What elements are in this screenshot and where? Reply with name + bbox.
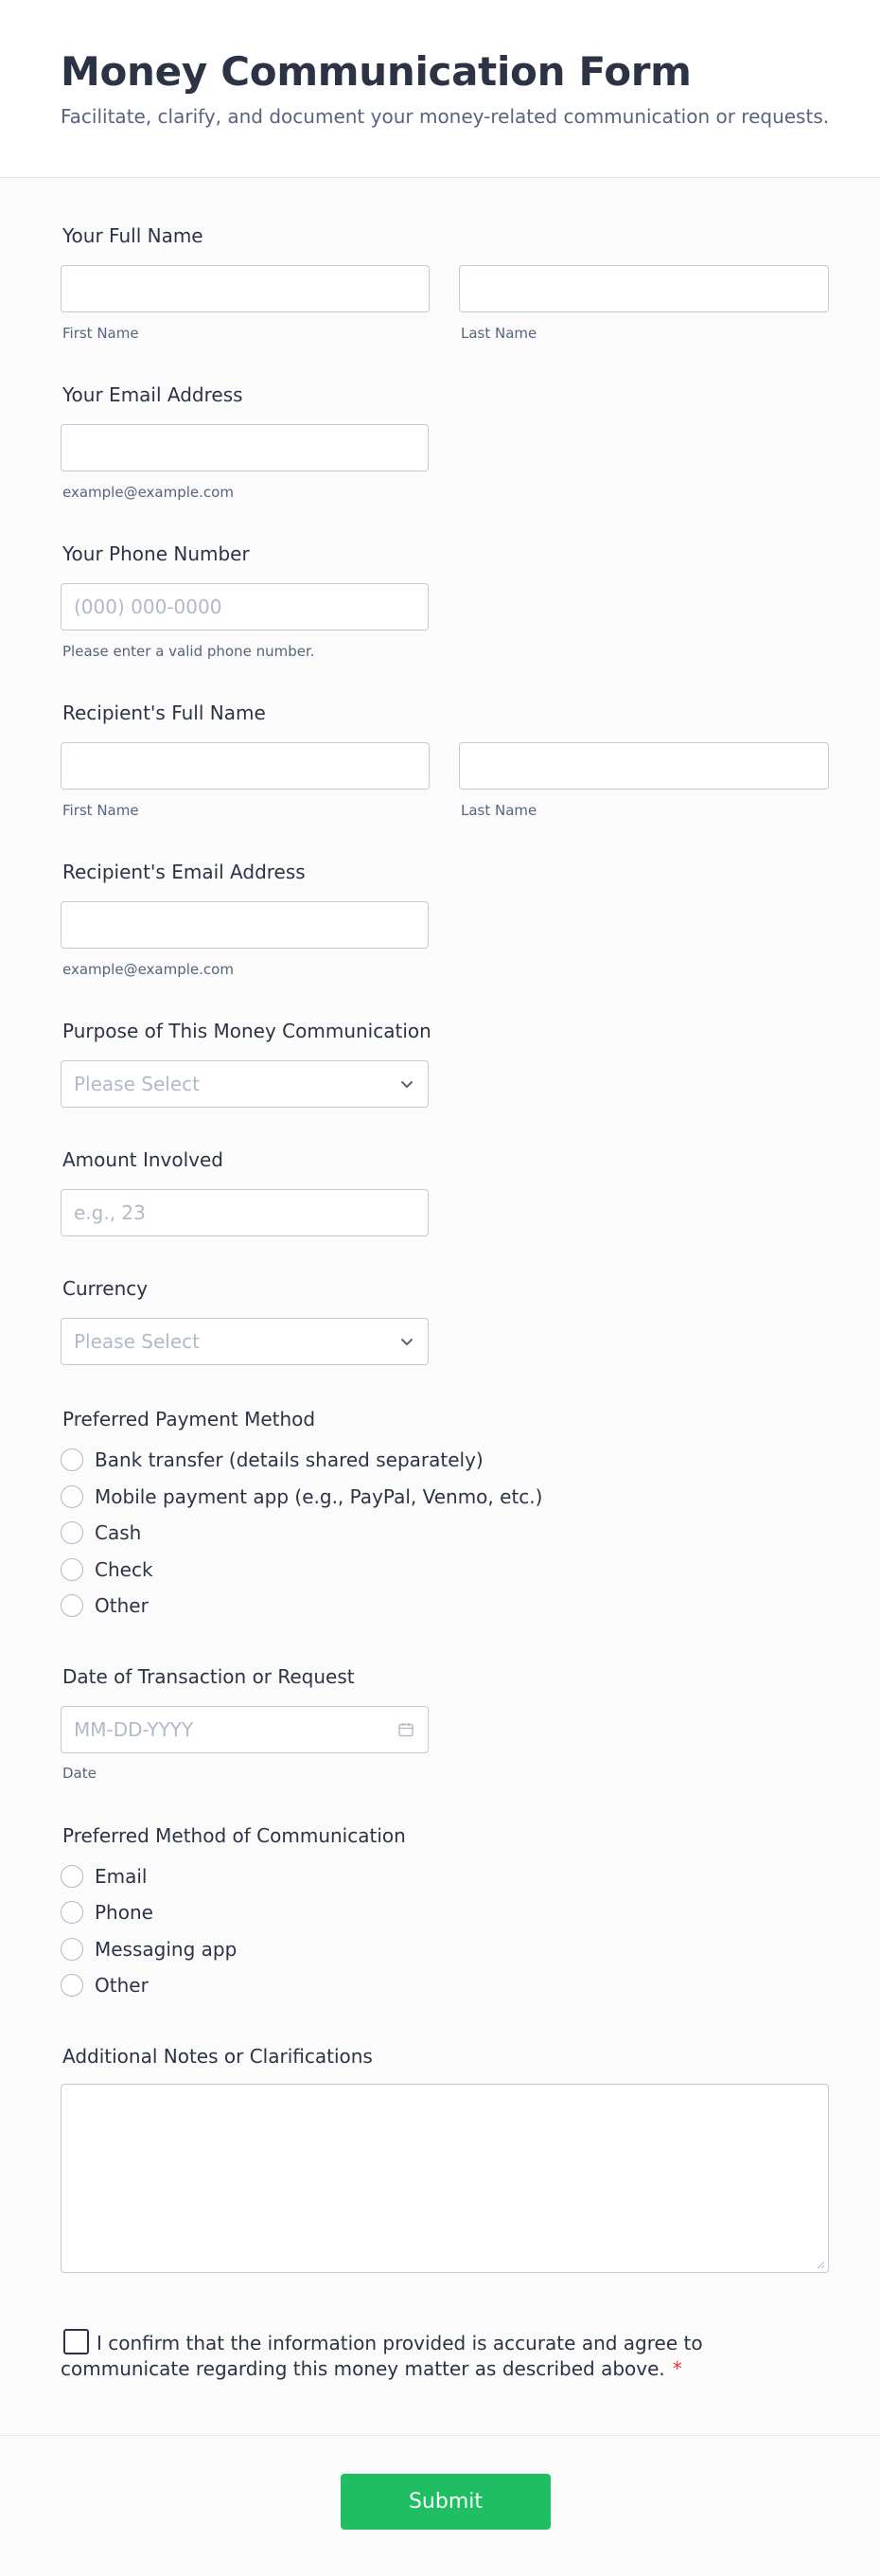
notes-textarea[interactable] — [61, 2084, 829, 2273]
radio-button[interactable] — [61, 1485, 83, 1508]
phone-label: Your Phone Number — [62, 542, 250, 565]
communication-option-other[interactable]: Other — [61, 1971, 149, 1999]
radio-label: Check — [95, 1558, 153, 1581]
amount-input[interactable]: e.g., 23 — [61, 1189, 429, 1236]
email-hint: example@example.com — [62, 484, 234, 501]
phone-input[interactable]: (000) 000-0000 — [61, 583, 429, 631]
purpose-label: Purpose of This Money Communication — [62, 1020, 431, 1042]
last-name-input[interactable] — [459, 265, 829, 312]
date-label: Date of Transaction or Request — [62, 1665, 355, 1688]
recipient-last-name-input[interactable] — [459, 742, 829, 790]
email-input[interactable] — [61, 424, 429, 471]
radio-button[interactable] — [61, 1558, 83, 1581]
date-input[interactable]: MM-DD-YYYY — [61, 1706, 429, 1753]
calendar-icon[interactable] — [397, 1721, 414, 1738]
phone-hint: Please enter a valid phone number. — [62, 643, 315, 660]
email-label: Your Email Address — [62, 383, 243, 406]
recipient-name-label: Recipient's Full Name — [62, 702, 266, 724]
payment-option-other[interactable]: Other — [61, 1591, 149, 1620]
purpose-placeholder: Please Select — [74, 1073, 200, 1095]
form-page: Money Communication Form Facilitate, cla… — [0, 0, 880, 2576]
currency-placeholder: Please Select — [74, 1330, 200, 1353]
payment-method-label: Preferred Payment Method — [62, 1408, 316, 1430]
notes-label: Additional Notes or Clarifications — [62, 2045, 373, 2068]
first-name-input[interactable] — [61, 265, 430, 312]
full-name-label: Your Full Name — [62, 224, 203, 247]
recipient-first-name-input[interactable] — [61, 742, 430, 790]
required-marker: * — [672, 2357, 682, 2380]
communication-method-label: Preferred Method of Communication — [62, 1824, 406, 1847]
radio-label: Other — [95, 1594, 149, 1617]
radio-button[interactable] — [61, 1974, 83, 1997]
radio-button[interactable] — [61, 1594, 83, 1617]
form-subtitle: Facilitate, clarify, and document your m… — [61, 105, 830, 128]
form-footer: Submit — [0, 2435, 880, 2576]
currency-select[interactable]: Please Select — [61, 1318, 429, 1365]
submit-button[interactable]: Submit — [341, 2474, 551, 2530]
payment-option-check[interactable]: Check — [61, 1555, 153, 1584]
form-title: Money Communication Form — [61, 48, 692, 95]
phone-placeholder: (000) 000-0000 — [74, 595, 222, 618]
resize-handle-icon[interactable] — [816, 2260, 825, 2269]
currency-label: Currency — [62, 1277, 149, 1300]
payment-option-cash[interactable]: Cash — [61, 1519, 141, 1547]
recipient-last-name-sublabel: Last Name — [461, 802, 537, 819]
recipient-first-name-sublabel: First Name — [62, 802, 139, 819]
radio-button[interactable] — [61, 1938, 83, 1961]
amount-placeholder: e.g., 23 — [74, 1201, 146, 1224]
payment-option-mobile-app[interactable]: Mobile payment app (e.g., PayPal, Venmo,… — [61, 1483, 542, 1511]
radio-button[interactable] — [61, 1448, 83, 1471]
consent-field: I confirm that the information provided … — [61, 2329, 723, 2382]
recipient-email-label: Recipient's Email Address — [62, 861, 306, 883]
consent-checkbox[interactable] — [63, 2329, 89, 2354]
purpose-select[interactable]: Please Select — [61, 1060, 429, 1108]
communication-option-messaging-app[interactable]: Messaging app — [61, 1935, 237, 1963]
date-sublabel: Date — [62, 1765, 97, 1782]
form-header: Money Communication Form Facilitate, cla… — [0, 0, 880, 178]
radio-button[interactable] — [61, 1901, 83, 1924]
recipient-email-hint: example@example.com — [62, 961, 234, 978]
last-name-sublabel: Last Name — [461, 325, 537, 342]
communication-option-email[interactable]: Email — [61, 1862, 148, 1891]
first-name-sublabel: First Name — [62, 325, 139, 342]
recipient-email-input[interactable] — [61, 901, 429, 949]
radio-label: Messaging app — [95, 1938, 238, 1961]
consent-text: I confirm that the information provided … — [61, 2332, 703, 2380]
radio-label: Email — [95, 1865, 148, 1888]
amount-label: Amount Involved — [62, 1148, 223, 1171]
radio-label: Mobile payment app (e.g., PayPal, Venmo,… — [95, 1485, 543, 1508]
radio-button[interactable] — [61, 1521, 83, 1544]
chevron-down-icon — [401, 1339, 413, 1345]
chevron-down-icon — [401, 1081, 413, 1088]
radio-label: Phone — [95, 1901, 153, 1924]
communication-option-phone[interactable]: Phone — [61, 1898, 153, 1927]
radio-label: Other — [95, 1974, 149, 1997]
date-placeholder: MM-DD-YYYY — [74, 1718, 194, 1741]
radio-label: Bank transfer (details shared separately… — [95, 1448, 484, 1471]
radio-button[interactable] — [61, 1865, 83, 1888]
radio-label: Cash — [95, 1521, 142, 1544]
payment-option-bank-transfer[interactable]: Bank transfer (details shared separately… — [61, 1446, 484, 1474]
